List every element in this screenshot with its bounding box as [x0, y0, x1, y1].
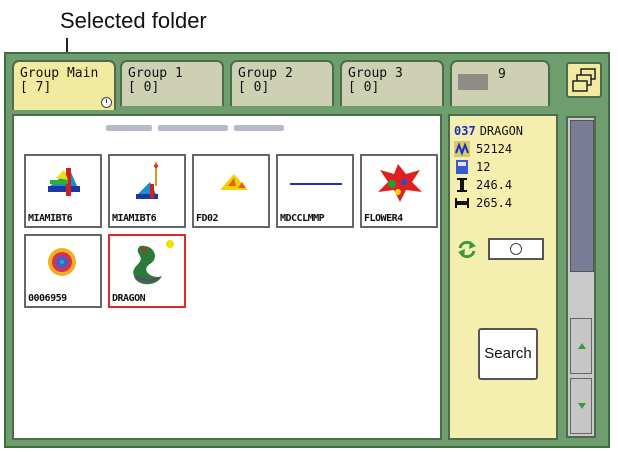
tab-group-3[interactable]: Group 3 [ 0] [340, 60, 444, 106]
design-image [290, 183, 342, 185]
panel-title-blurred [106, 122, 284, 131]
tab-group-blurred[interactable]: 9 [450, 60, 550, 106]
design-thumb-4[interactable]: MDCCLMMP [276, 154, 354, 228]
design-name: FD02 [196, 213, 219, 224]
shape-indicator[interactable] [488, 238, 544, 260]
rotate-icon [456, 238, 478, 260]
info-stitches-row: 52124 [454, 140, 512, 158]
design-name: DRAGON [112, 293, 146, 304]
info-height: 246.4 [476, 178, 513, 192]
tab-group-1[interactable]: Group 1 [ 0] [120, 60, 224, 106]
callout-label: Selected folder [60, 8, 207, 33]
tab-group-2[interactable]: Group 2 [ 0] [230, 60, 334, 106]
design-thumb-5[interactable]: FLOWER4 [360, 154, 438, 228]
design-name: MDCCLMMP [280, 213, 325, 224]
rotate-button[interactable] [456, 238, 478, 260]
design-image [48, 168, 80, 196]
info-colors: 12 [476, 160, 491, 174]
search-button[interactable]: Search [478, 328, 538, 380]
design-thumb-1[interactable]: MIAMIBT6 [24, 154, 102, 228]
info-colors-row: 12 [454, 158, 490, 176]
design-thumb-6[interactable]: 0006959 [24, 234, 102, 308]
tab-count: [ 0] [348, 80, 380, 95]
info-name-row: 037 DRAGON [454, 122, 523, 140]
design-thumb-2[interactable]: MIAMIBT6 [108, 154, 186, 228]
tab-label: Group Main [20, 66, 99, 81]
info-height-row: 246.4 [454, 176, 512, 194]
folder-stack-button[interactable] [566, 62, 602, 98]
design-thumb-3[interactable]: FD02 [192, 154, 270, 228]
clock-icon [101, 97, 112, 108]
tab-count: [ 0] [128, 80, 160, 95]
info-design-name: DRAGON [479, 124, 524, 138]
tab-thumbnail [458, 74, 488, 90]
tab-label: Group 3 [348, 66, 403, 81]
design-image [378, 164, 422, 202]
design-image [220, 174, 248, 190]
tab-label: Group 1 [128, 66, 183, 81]
tab-label: Group 2 [238, 66, 293, 81]
tab-group-main[interactable]: Group Main [ 7] [12, 60, 116, 110]
scroll-down-icon [578, 403, 586, 409]
height-icon [454, 177, 470, 193]
info-width: 265.4 [476, 196, 513, 210]
info-stitches: 52124 [476, 142, 513, 156]
design-info-panel: 037 DRAGON 52124 12 246.4 265.4 Search [448, 114, 558, 440]
design-name: MIAMIBT6 [28, 213, 73, 224]
design-image [136, 162, 158, 199]
design-name: 0006959 [28, 293, 67, 304]
scroll-up-icon [578, 343, 586, 349]
stitch-count-icon [454, 141, 470, 157]
embroidery-screen: Group Main [ 7] Group 1 [ 0] Group 2 [ 0… [4, 52, 610, 448]
color-count-icon [454, 159, 470, 175]
design-thumb-7[interactable]: DRAGON [108, 234, 186, 308]
tab-count: [ 7] [20, 80, 52, 95]
design-image [133, 240, 174, 285]
scroll-up-button[interactable] [570, 318, 592, 374]
tab-label: 9 [498, 67, 506, 82]
folder-stack-icon [572, 68, 596, 92]
design-number: 037 [454, 124, 476, 138]
design-list-panel: MIAMIBT6 MIAMIBT6 FD02 MDCCLMMP FLOWER4 … [12, 114, 442, 440]
oval-icon [510, 243, 522, 255]
design-name: MIAMIBT6 [112, 213, 157, 224]
width-icon [454, 195, 470, 211]
design-image [48, 248, 76, 276]
info-width-row: 265.4 [454, 194, 512, 212]
tab-count: [ 0] [238, 80, 270, 95]
design-name: FLOWER4 [364, 213, 403, 224]
scroll-column [566, 116, 596, 438]
scroll-down-button[interactable] [570, 378, 592, 434]
scrollbar-thumb[interactable] [570, 120, 594, 272]
